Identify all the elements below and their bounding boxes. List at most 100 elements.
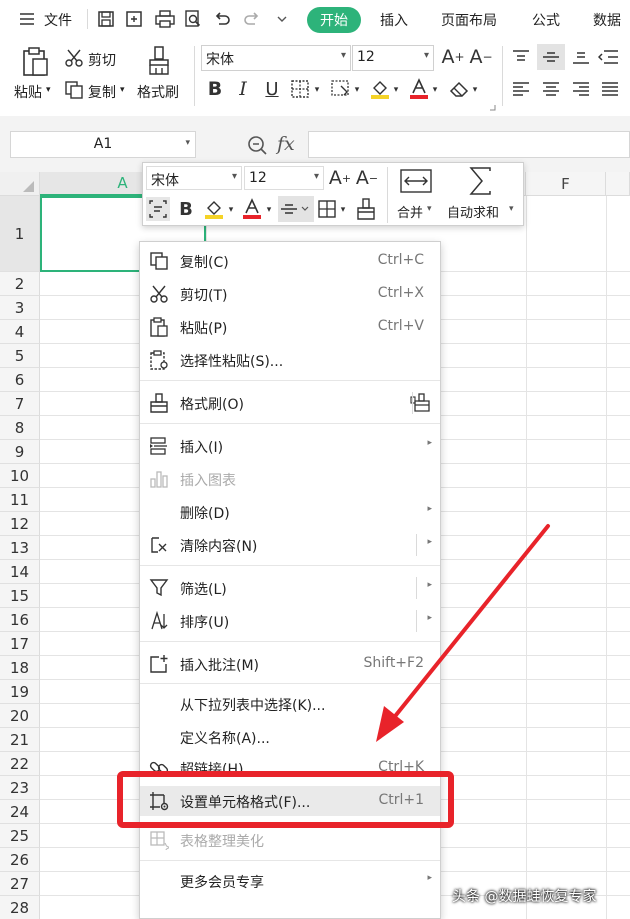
formula-input[interactable] [308, 131, 630, 158]
row-header[interactable]: 18 [0, 656, 40, 680]
mini-decrease-font-icon[interactable]: A − [356, 167, 378, 189]
font-color-dropdown-icon[interactable]: ▾ [430, 85, 440, 95]
mini-font-color-dropdown-icon[interactable]: ▾ [264, 205, 274, 215]
format-painter-lock-icon[interactable] [410, 393, 432, 413]
row-header[interactable]: 1 [0, 196, 40, 272]
mini-fill-color-icon[interactable] [203, 198, 225, 220]
mini-wrap-icon[interactable] [146, 197, 170, 221]
row-header[interactable]: 17 [0, 632, 40, 656]
menu-item-insert[interactable]: 插入(I) ▸ [140, 431, 440, 461]
row-header[interactable]: 14 [0, 560, 40, 584]
paste-button[interactable]: 粘贴 [14, 82, 42, 102]
border-icon[interactable] [290, 79, 310, 99]
mini-font-name-select[interactable]: 宋体 ▾ [146, 166, 242, 190]
fill-color-icon[interactable] [369, 78, 391, 100]
paste-dropdown-icon[interactable]: ▾ [46, 85, 51, 95]
eraser-icon[interactable] [448, 79, 470, 99]
undo-icon[interactable] [212, 9, 232, 29]
align-center-icon[interactable] [541, 80, 561, 98]
tab-start[interactable]: 开始 [307, 7, 361, 33]
row-header[interactable]: 26 [0, 848, 40, 872]
column-header-f[interactable]: F [526, 172, 606, 196]
mini-format-painter-icon[interactable] [355, 198, 377, 220]
menu-item-copy[interactable]: 复制(C) Ctrl+C [140, 246, 440, 276]
row-header[interactable]: 5 [0, 344, 40, 368]
menu-item-paste[interactable]: 粘贴(P) Ctrl+V [140, 312, 440, 342]
indent-decrease-icon[interactable] [597, 48, 619, 66]
row-header[interactable]: 20 [0, 704, 40, 728]
menu-item-paste-special[interactable]: 选择性粘贴(S)... [140, 345, 440, 375]
column-header-g[interactable] [606, 172, 630, 196]
hamburger-menu-icon[interactable] [18, 10, 36, 28]
row-header[interactable]: 22 [0, 752, 40, 776]
sigma-icon[interactable] [467, 166, 495, 196]
name-box[interactable]: A1 ▾ [10, 131, 196, 158]
decrease-font-icon[interactable]: A − [469, 46, 492, 68]
merge-icon[interactable] [399, 168, 433, 194]
select-all-corner[interactable] [0, 172, 40, 196]
row-header[interactable]: 2 [0, 272, 40, 296]
save-icon[interactable] [96, 9, 116, 29]
justify-icon[interactable] [600, 80, 620, 98]
paste-icon[interactable] [20, 46, 50, 78]
row-header[interactable]: 7 [0, 392, 40, 416]
italic-icon[interactable]: I [234, 78, 252, 100]
file-menu[interactable]: 文件 [44, 10, 72, 30]
row-header[interactable]: 28 [0, 896, 40, 919]
underline-icon[interactable]: U [262, 78, 282, 100]
menu-item-member-extras[interactable]: 更多会员专享 ▸ [140, 866, 440, 896]
border-dropdown-icon[interactable]: ▾ [312, 85, 322, 95]
mini-font-size-select[interactable]: 12 ▾ [244, 166, 324, 190]
tab-formulas[interactable]: 公式 [532, 10, 560, 30]
row-header[interactable]: 27 [0, 872, 40, 896]
row-header[interactable]: 25 [0, 824, 40, 848]
menu-item-format-painter[interactable]: 格式刷(O) [140, 388, 440, 418]
eraser-dropdown-icon[interactable]: ▾ [470, 85, 480, 95]
mini-fill-dropdown-icon[interactable]: ▾ [226, 205, 236, 215]
row-header[interactable]: 21 [0, 728, 40, 752]
row-header[interactable]: 11 [0, 488, 40, 512]
row-header[interactable]: 6 [0, 368, 40, 392]
row-header[interactable]: 24 [0, 800, 40, 824]
align-middle-icon[interactable] [537, 44, 565, 70]
align-top-icon[interactable] [511, 48, 531, 66]
row-header[interactable]: 9 [0, 440, 40, 464]
format-painter-button[interactable]: 格式刷 [137, 82, 179, 102]
mini-border-dropdown-icon[interactable]: ▾ [338, 205, 348, 215]
copy-icon[interactable] [64, 80, 84, 100]
row-header[interactable]: 13 [0, 536, 40, 560]
font-settings-icon[interactable] [490, 105, 496, 111]
tab-insert[interactable]: 插入 [380, 10, 408, 30]
row-header[interactable]: 4 [0, 320, 40, 344]
tab-page-layout[interactable]: 页面布局 [441, 10, 497, 30]
cell-style-icon[interactable] [330, 79, 352, 99]
copy-dropdown-icon[interactable]: ▾ [120, 85, 125, 95]
row-header[interactable]: 3 [0, 296, 40, 320]
copy-button[interactable]: 复制 [88, 82, 116, 102]
zoom-search-icon[interactable] [246, 134, 268, 156]
customize-dropdown-icon[interactable] [274, 12, 290, 26]
autosum-dropdown-icon[interactable]: ▾ [509, 204, 514, 214]
bold-icon[interactable]: B [205, 78, 225, 100]
scissors-icon[interactable] [64, 48, 84, 68]
mini-increase-font-icon[interactable]: A + [329, 167, 351, 189]
tab-data[interactable]: 数据 [593, 10, 621, 30]
row-header[interactable]: 12 [0, 512, 40, 536]
redo-icon[interactable] [242, 9, 262, 29]
merge-dropdown-icon[interactable]: ▾ [427, 204, 432, 214]
chevron-down-icon[interactable]: ▾ [185, 138, 190, 148]
mini-font-color-icon[interactable] [241, 198, 263, 220]
row-header[interactable]: 23 [0, 776, 40, 800]
font-size-select[interactable]: 12 ▾ [352, 45, 434, 71]
format-painter-icon[interactable] [146, 46, 172, 76]
align-right-icon[interactable] [571, 80, 591, 98]
row-header[interactable]: 10 [0, 464, 40, 488]
export-icon[interactable] [124, 9, 144, 29]
merge-button[interactable]: 合并 [397, 202, 423, 221]
fill-color-dropdown-icon[interactable]: ▾ [391, 85, 401, 95]
align-left-icon[interactable] [511, 80, 531, 98]
increase-font-icon[interactable]: A + [441, 46, 464, 68]
row-header[interactable]: 8 [0, 416, 40, 440]
autosum-button[interactable]: 自动求和 [447, 202, 499, 221]
print-icon[interactable] [154, 9, 176, 29]
